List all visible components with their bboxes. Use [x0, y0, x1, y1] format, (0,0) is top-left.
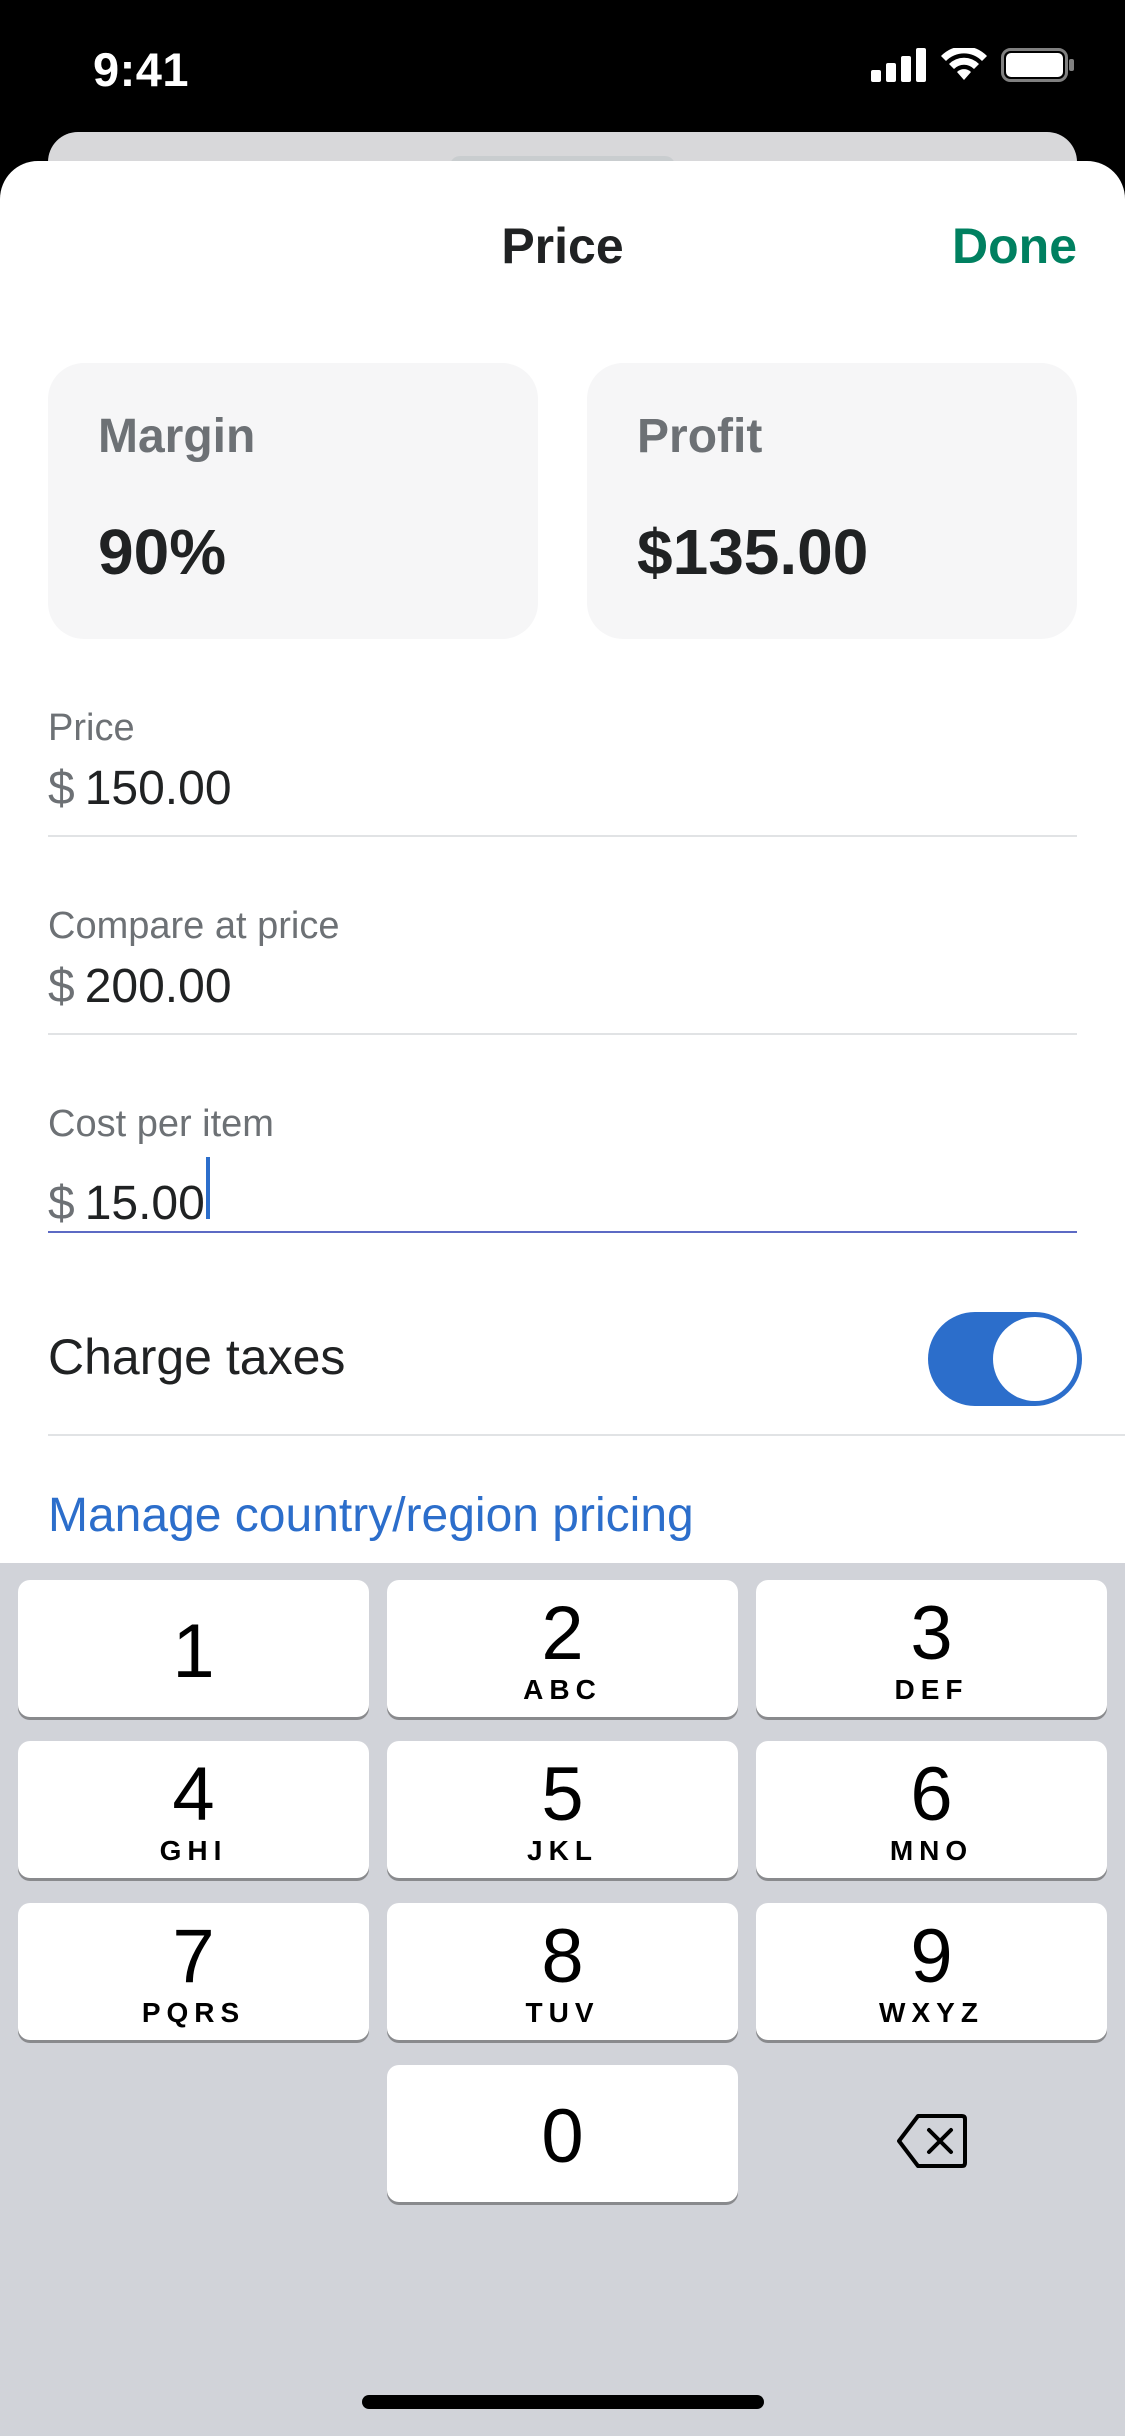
key-letters: WXYZ: [879, 1997, 984, 2028]
key-digit: 9: [910, 1914, 953, 1999]
price-input[interactable]: 150.00: [85, 761, 232, 816]
home-indicator: [362, 2395, 764, 2409]
key-letters: JKL: [527, 1835, 598, 1866]
key-letters: DEF: [894, 1674, 969, 1705]
profit-value: $135.00: [637, 516, 869, 588]
battery-icon: [1001, 48, 1074, 82]
cost-per-item-currency: $: [48, 1177, 75, 1230]
margin-label: Margin: [98, 410, 256, 463]
toggle-knob: [993, 1317, 1077, 1401]
cost-per-item-label: Cost per item: [48, 1103, 274, 1145]
key-digit: 5: [541, 1752, 584, 1837]
key-letters: GHI: [159, 1835, 228, 1866]
key-5[interactable]: 5 JKL: [387, 1741, 738, 1878]
cost-per-item-input[interactable]: 15.00: [85, 1176, 205, 1231]
cost-per-item-field[interactable]: Cost per item $ 15.00: [48, 1103, 1077, 1233]
price-field-row: $ 150.00: [48, 761, 232, 816]
key-7[interactable]: 7 PQRS: [18, 1903, 369, 2040]
key-letters: PQRS: [141, 1997, 246, 2028]
key-1[interactable]: 1: [18, 1580, 369, 1717]
key-digit: 0: [541, 2094, 584, 2179]
cost-per-item-row: $ 15.00: [48, 1157, 210, 1231]
price-field-label: Price: [48, 707, 135, 749]
key-3[interactable]: 3 DEF: [756, 1580, 1107, 1717]
status-bar: 9:41: [0, 0, 1125, 135]
key-8[interactable]: 8 TUV: [387, 1903, 738, 2040]
cellular-signal-icon: [871, 48, 926, 82]
charge-taxes-toggle[interactable]: [928, 1312, 1082, 1406]
margin-value: 90%: [98, 516, 227, 588]
price-currency: $: [48, 762, 75, 815]
delete-key[interactable]: [756, 2072, 1107, 2209]
key-digit: 4: [172, 1752, 215, 1837]
wifi-icon: [941, 48, 987, 80]
key-digit: 3: [910, 1591, 953, 1676]
key-digit: 6: [910, 1752, 953, 1837]
charge-taxes-label: Charge taxes: [48, 1329, 346, 1385]
compare-at-price-field[interactable]: Compare at price $ 200.00: [48, 905, 1077, 1035]
text-cursor: [205, 1157, 210, 1219]
key-digit: 2: [541, 1591, 584, 1676]
manage-region-pricing-link[interactable]: Manage country/region pricing: [48, 1488, 694, 1543]
price-field[interactable]: Price $ 150.00: [48, 707, 1077, 837]
charge-taxes-row: Charge taxes: [48, 1276, 1125, 1436]
compare-at-price-row: $ 200.00: [48, 959, 232, 1014]
key-0[interactable]: 0: [387, 2065, 738, 2202]
key-digit: 8: [541, 1914, 584, 1999]
key-9[interactable]: 9 WXYZ: [756, 1903, 1107, 2040]
key-4[interactable]: 4 GHI: [18, 1741, 369, 1878]
key-digit: 1: [172, 1609, 215, 1694]
compare-at-price-currency: $: [48, 960, 75, 1013]
key-letters: TUV: [525, 1997, 600, 2028]
key-6[interactable]: 6 MNO: [756, 1741, 1107, 1878]
status-icons: [871, 48, 1075, 82]
margin-card: Margin 90%: [48, 363, 538, 639]
status-time: 9:41: [93, 43, 190, 96]
key-digit: 7: [172, 1914, 215, 1999]
profit-card: Profit $135.00: [587, 363, 1077, 639]
profit-label: Profit: [637, 410, 763, 463]
delete-backspace-icon: [896, 2113, 967, 2168]
compare-at-price-input[interactable]: 200.00: [85, 959, 232, 1014]
compare-at-price-label: Compare at price: [48, 905, 340, 947]
key-letters: ABC: [523, 1674, 602, 1705]
key-letters: MNO: [889, 1835, 974, 1866]
done-button[interactable]: Done: [952, 217, 1077, 275]
key-2[interactable]: 2 ABC: [387, 1580, 738, 1717]
